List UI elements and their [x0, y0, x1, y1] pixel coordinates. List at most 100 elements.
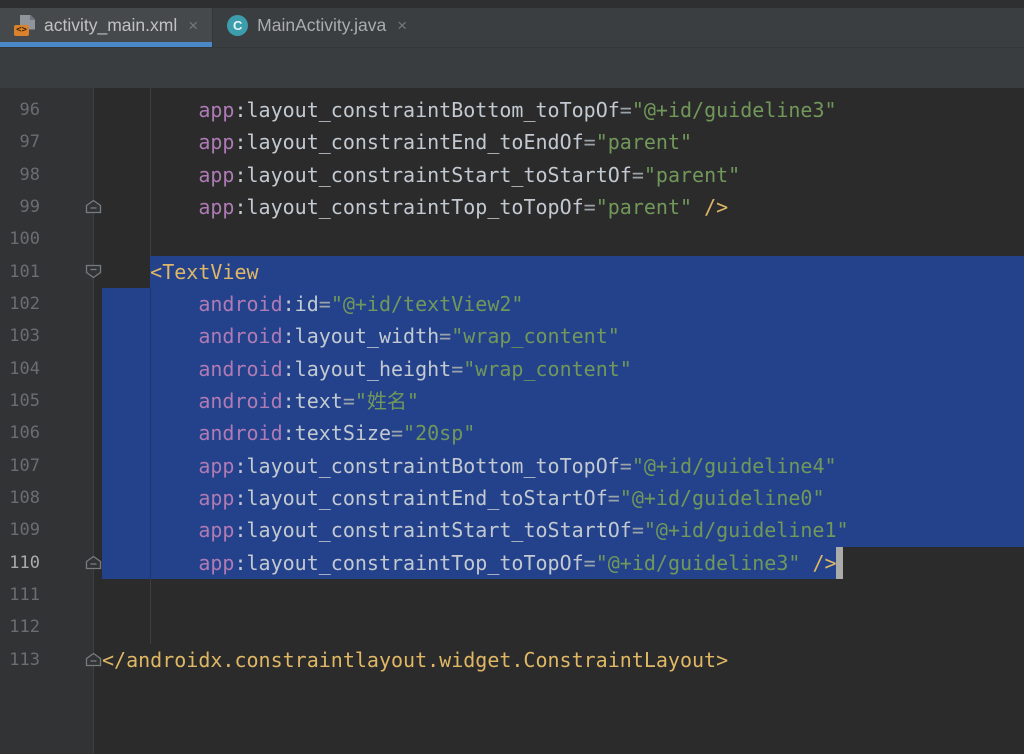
token-eq: =	[607, 485, 620, 510]
line-number: 111	[9, 584, 40, 605]
line-number: 102	[9, 293, 40, 314]
token-attr: layout_constraintEnd_toEndOf	[246, 130, 584, 155]
token-sp	[102, 130, 198, 154]
token-sp	[102, 421, 198, 445]
line-number: 108	[9, 487, 40, 508]
token-val: "@+id/textView2"	[330, 291, 524, 316]
code-line: android:layout_width="wrap_content"	[94, 320, 1024, 352]
line-number: 98	[19, 164, 40, 185]
token-attr: textSize	[294, 421, 391, 446]
token-eq: =	[318, 291, 331, 316]
gutter[interactable]: 96 97 98 99 100 101 102 103 104 105 106 107 108 109 11…	[0, 88, 94, 754]
line-number: 110	[9, 552, 40, 573]
token-pc: :	[234, 162, 247, 187]
code-line: app:layout_constraintBottom_toTopOf="@+i…	[94, 450, 1024, 482]
line-number: 103	[9, 326, 40, 347]
token-ns: app	[198, 194, 235, 219]
code-line: app:layout_constraintTop_toTopOf="parent…	[94, 191, 1024, 223]
line-number: 101	[9, 261, 40, 282]
token-attr: text	[294, 388, 343, 413]
token-tag: />	[812, 550, 837, 575]
code-line: app:layout_constraintStart_toStartOf="@+…	[94, 514, 1024, 546]
token-ns: app	[198, 485, 235, 510]
token-sp	[102, 357, 198, 381]
token-pc: :	[234, 550, 247, 575]
token-sp	[102, 551, 198, 575]
token-val: "@+id/guideline3"	[631, 98, 837, 122]
line-number: 107	[9, 455, 40, 476]
token-eq: =	[583, 130, 596, 155]
token-pc: :	[282, 421, 295, 446]
code-line: app:layout_constraintStart_toStartOf="pa…	[94, 159, 1024, 191]
token-ns: android	[198, 356, 283, 381]
code-line: </androidx.constraintlayout.widget.Const…	[94, 644, 1024, 676]
code-line: app:layout_constraintTop_toTopOf="@+id/g…	[94, 547, 1024, 579]
token-ns: app	[198, 98, 235, 122]
token-eq: =	[631, 162, 644, 187]
token-ns: android	[198, 421, 283, 446]
line-number: 113	[9, 649, 40, 670]
close-icon[interactable]: ×	[186, 17, 200, 34]
window-top-strip	[0, 0, 1024, 8]
token-pc: :	[282, 291, 295, 316]
token-attr: layout_constraintBottom_toTopOf	[246, 453, 620, 478]
code-line: android:layout_height="wrap_content"	[94, 353, 1024, 385]
line-number: 104	[9, 358, 40, 379]
ide-window: <> activity_main.xml × C MainActivity.ja…	[0, 0, 1024, 754]
code-area[interactable]: app:layout_constraintBottom_toTopOf="@+i…	[94, 88, 1024, 754]
token-attr: layout_constraintTop_toTopOf	[246, 550, 584, 575]
indent-guide	[150, 578, 152, 644]
code-line: app:layout_constraintBottom_toTopOf="@+i…	[94, 94, 1024, 126]
token-sp	[692, 195, 704, 219]
token-val: "姓名"	[354, 388, 419, 413]
text-caret	[836, 546, 844, 579]
code-line: app:layout_constraintEnd_toEndOf="parent…	[94, 126, 1024, 158]
token-ns: app	[198, 550, 235, 575]
line-number: 100	[9, 229, 40, 250]
token-ns: android	[198, 324, 283, 349]
token-attr: layout_constraintEnd_toStartOf	[246, 485, 608, 510]
code-line: android:text="姓名"	[94, 385, 1024, 417]
token-sp	[102, 324, 198, 348]
line-number: 97	[19, 132, 40, 153]
line-number: 109	[9, 520, 40, 541]
navigation-bar-strip	[0, 47, 1024, 88]
token-sp	[102, 389, 198, 413]
token-val: "parent"	[595, 130, 693, 155]
close-icon[interactable]: ×	[395, 17, 409, 34]
token-val: "@+id/guideline4"	[631, 453, 837, 478]
editor: 96 97 98 99 100 101 102 103 104 105 106 107 108 109 11…	[0, 88, 1024, 754]
tab-main-activity-java[interactable]: C MainActivity.java ×	[213, 8, 421, 47]
token-eq: =	[631, 518, 644, 543]
token-pc: :	[234, 98, 247, 122]
token-ns: android	[198, 291, 283, 316]
token-pc: :	[234, 194, 247, 219]
token-ns: app	[198, 130, 235, 155]
token-eq: =	[342, 388, 355, 413]
token-tag: />	[704, 194, 729, 219]
token-tag: </androidx.constraintlayout.widget.Const…	[102, 647, 729, 672]
token-ns: app	[198, 518, 235, 543]
token-pc: :	[234, 130, 247, 155]
token-attr: layout_constraintTop_toTopOf	[246, 194, 584, 219]
token-sp	[800, 551, 812, 575]
token-val: "wrap_content"	[451, 324, 620, 349]
xml-layout-file-icon: <>	[14, 14, 35, 36]
token-pc: :	[234, 453, 247, 478]
token-val: "@+id/guideline3"	[595, 550, 801, 575]
tab-label: MainActivity.java	[257, 14, 387, 35]
token-pc: :	[282, 356, 295, 381]
line-number: 106	[9, 423, 40, 444]
token-sp	[102, 195, 198, 219]
token-attr: layout_height	[294, 356, 452, 381]
token-val: "@+id/guideline0"	[619, 485, 825, 510]
token-ns: app	[198, 453, 235, 478]
token-eq: =	[583, 194, 596, 219]
code-line: android:id="@+id/textView2"	[94, 288, 1024, 320]
tab-activity-main-xml[interactable]: <> activity_main.xml ×	[0, 8, 214, 47]
token-ns: app	[198, 162, 235, 187]
line-number: 112	[9, 617, 40, 638]
token-pc: :	[234, 518, 247, 543]
token-pc: :	[282, 324, 295, 349]
line-number: 96	[19, 100, 40, 120]
